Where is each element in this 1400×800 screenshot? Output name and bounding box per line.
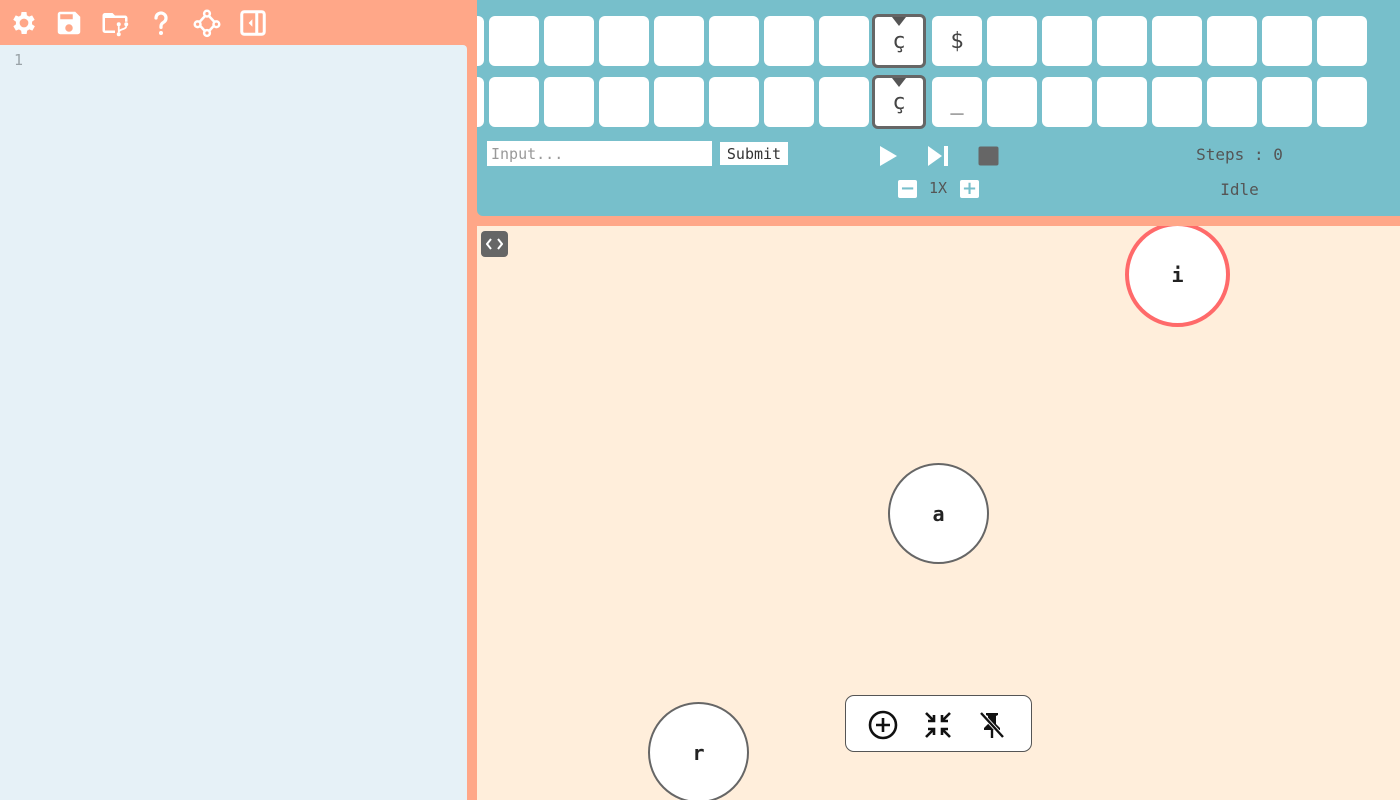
editor-toolbar (0, 0, 477, 45)
collapse-editor-button[interactable] (236, 6, 270, 40)
state-label: r (692, 740, 705, 765)
help-icon (154, 11, 168, 35)
help-button[interactable] (144, 6, 178, 40)
tape-cell (1262, 77, 1312, 127)
tape-cell (1042, 16, 1092, 66)
line-number-gutter: 1 (14, 49, 23, 71)
tape-head-cell: ç (872, 14, 926, 68)
step-forward-icon (928, 146, 948, 166)
tape-cell (1042, 77, 1092, 127)
tape-panel: ç$ ç_ Submit − 1X + Steps : 0 Idle (477, 0, 1400, 216)
tape-cell (477, 77, 484, 127)
tape-cell (709, 77, 759, 127)
stop-icon (978, 146, 999, 166)
unpin-nodes-button[interactable] (975, 708, 1009, 742)
tape-cell (1207, 77, 1257, 127)
tape-cell (599, 77, 649, 127)
folder-branch-icon (102, 13, 129, 37)
tape-head-cell: ç (872, 75, 926, 129)
tape-cell (1097, 77, 1147, 127)
collapse-panel-icon (240, 10, 266, 36)
fit-view-button[interactable] (921, 708, 955, 742)
speed-decrease-button[interactable]: − (898, 180, 917, 198)
state-graph-canvas[interactable]: i a r (477, 226, 1400, 800)
tape-cell (1317, 77, 1367, 127)
toggle-code-button[interactable] (481, 231, 508, 257)
add-state-icon (868, 710, 898, 740)
graph-tools-bar (845, 695, 1032, 752)
tape-cell (654, 16, 704, 66)
tape-cell (654, 77, 704, 127)
tape-input-field[interactable] (487, 141, 712, 166)
tape-cell (987, 77, 1037, 127)
tape-cell (1097, 16, 1147, 66)
state-node-r[interactable]: r (648, 702, 749, 800)
state-label: a (932, 501, 945, 526)
tape-cell (1262, 16, 1312, 66)
tape-cell (489, 16, 539, 66)
fit-view-icon (925, 712, 951, 738)
tape-cell (544, 77, 594, 127)
tape-cell (489, 77, 539, 127)
tape-cell (819, 16, 869, 66)
submit-button[interactable]: Submit (720, 142, 788, 165)
tape-cell (764, 16, 814, 66)
state-label: i (1171, 262, 1184, 287)
tape-cell: _ (932, 77, 982, 127)
line-number: 1 (14, 51, 24, 69)
state-node-a[interactable]: a (888, 463, 989, 564)
tape-cell (709, 16, 759, 66)
add-state-button[interactable] (866, 708, 900, 742)
tape-cell (1317, 16, 1367, 66)
stop-button[interactable] (978, 146, 999, 166)
tape-cell (819, 77, 869, 127)
play-button[interactable] (877, 145, 899, 167)
tape-cell (764, 77, 814, 127)
tape-cell (477, 16, 484, 66)
settings-button[interactable] (7, 6, 41, 40)
open-examples-button[interactable] (98, 6, 132, 40)
gear-icon (13, 12, 35, 34)
tape-cell (599, 16, 649, 66)
steps-counter: Steps : 0 (1196, 145, 1283, 164)
tape-cell (544, 16, 594, 66)
machine-status: Idle (1220, 180, 1259, 199)
step-button[interactable] (926, 145, 950, 167)
save-button[interactable] (52, 6, 86, 40)
tape-2: ç _ (477, 75, 1400, 129)
tape-cell: $ (932, 16, 982, 66)
state-node-i[interactable]: i (1125, 226, 1230, 327)
speed-increase-button[interactable]: + (960, 180, 979, 198)
tape-cell (1207, 16, 1257, 66)
save-icon (57, 11, 81, 35)
speed-label: 1X (928, 179, 948, 197)
tape-cell (1152, 77, 1202, 127)
tape-1: ç $ (477, 14, 1400, 68)
tape-cell (1152, 16, 1202, 66)
code-icon (486, 238, 503, 250)
play-icon (880, 146, 897, 166)
graph-view-button[interactable] (190, 6, 224, 40)
code-editor[interactable]: 1 (0, 45, 467, 800)
graph-icon (193, 9, 221, 38)
tape-cell (987, 16, 1037, 66)
unpin-icon (979, 711, 1005, 739)
